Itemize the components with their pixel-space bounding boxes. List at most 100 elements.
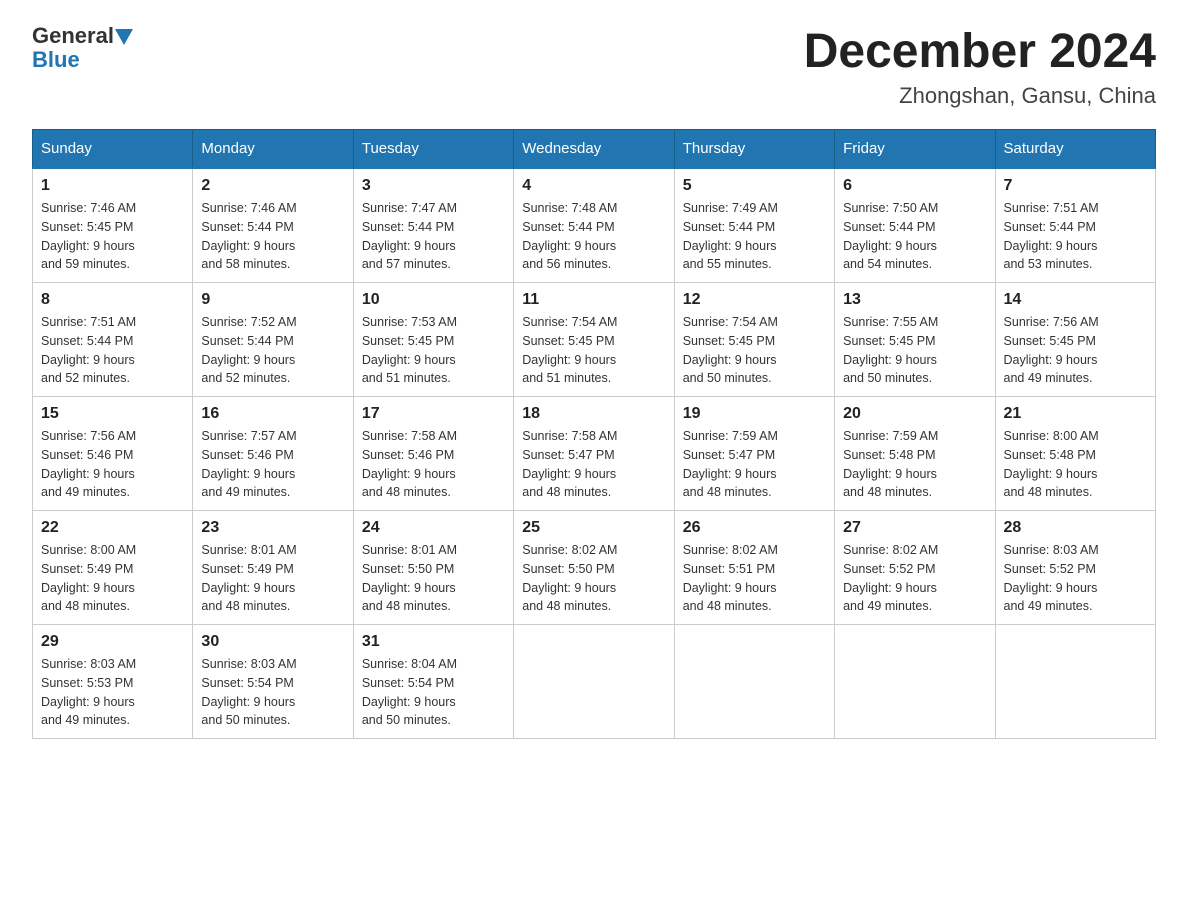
- day-info: Sunrise: 7:59 AMSunset: 5:47 PMDaylight:…: [683, 429, 778, 499]
- day-number: 11: [522, 291, 665, 309]
- day-number: 13: [843, 291, 986, 309]
- page-subtitle: Zhongshan, Gansu, China: [804, 83, 1156, 109]
- day-info: Sunrise: 7:50 AMSunset: 5:44 PMDaylight:…: [843, 201, 938, 271]
- calendar-day-cell: 27 Sunrise: 8:02 AMSunset: 5:52 PMDaylig…: [835, 511, 995, 625]
- day-number: 27: [843, 519, 986, 537]
- day-info: Sunrise: 8:03 AMSunset: 5:54 PMDaylight:…: [201, 657, 296, 727]
- day-info: Sunrise: 8:02 AMSunset: 5:52 PMDaylight:…: [843, 543, 938, 613]
- day-number: 24: [362, 519, 505, 537]
- calendar-week-row: 8 Sunrise: 7:51 AMSunset: 5:44 PMDayligh…: [33, 283, 1156, 397]
- day-number: 19: [683, 405, 826, 423]
- calendar-day-cell: 9 Sunrise: 7:52 AMSunset: 5:44 PMDayligh…: [193, 283, 353, 397]
- day-number: 5: [683, 177, 826, 195]
- day-info: Sunrise: 7:57 AMSunset: 5:46 PMDaylight:…: [201, 429, 296, 499]
- col-monday: Monday: [193, 130, 353, 169]
- calendar-day-cell: 20 Sunrise: 7:59 AMSunset: 5:48 PMDaylig…: [835, 397, 995, 511]
- calendar-day-cell: 15 Sunrise: 7:56 AMSunset: 5:46 PMDaylig…: [33, 397, 193, 511]
- day-info: Sunrise: 7:48 AMSunset: 5:44 PMDaylight:…: [522, 201, 617, 271]
- calendar-day-cell: 17 Sunrise: 7:58 AMSunset: 5:46 PMDaylig…: [353, 397, 513, 511]
- logo-arrow-icon: [115, 29, 133, 45]
- day-number: 12: [683, 291, 826, 309]
- day-info: Sunrise: 7:51 AMSunset: 5:44 PMDaylight:…: [41, 315, 136, 385]
- calendar-day-cell: 13 Sunrise: 7:55 AMSunset: 5:45 PMDaylig…: [835, 283, 995, 397]
- day-number: 7: [1004, 177, 1147, 195]
- calendar-day-cell: [995, 625, 1155, 739]
- calendar-day-cell: 12 Sunrise: 7:54 AMSunset: 5:45 PMDaylig…: [674, 283, 834, 397]
- day-number: 10: [362, 291, 505, 309]
- calendar-day-cell: 4 Sunrise: 7:48 AMSunset: 5:44 PMDayligh…: [514, 168, 674, 283]
- day-info: Sunrise: 8:01 AMSunset: 5:50 PMDaylight:…: [362, 543, 457, 613]
- calendar-day-cell: [514, 625, 674, 739]
- logo-general: General: [32, 24, 133, 48]
- col-tuesday: Tuesday: [353, 130, 513, 169]
- day-info: Sunrise: 8:04 AMSunset: 5:54 PMDaylight:…: [362, 657, 457, 727]
- day-number: 29: [41, 633, 184, 651]
- day-info: Sunrise: 7:51 AMSunset: 5:44 PMDaylight:…: [1004, 201, 1099, 271]
- day-info: Sunrise: 7:58 AMSunset: 5:46 PMDaylight:…: [362, 429, 457, 499]
- day-info: Sunrise: 8:02 AMSunset: 5:51 PMDaylight:…: [683, 543, 778, 613]
- calendar-day-cell: 11 Sunrise: 7:54 AMSunset: 5:45 PMDaylig…: [514, 283, 674, 397]
- day-number: 25: [522, 519, 665, 537]
- day-info: Sunrise: 7:46 AMSunset: 5:44 PMDaylight:…: [201, 201, 296, 271]
- day-number: 17: [362, 405, 505, 423]
- title-block: December 2024 Zhongshan, Gansu, China: [804, 24, 1156, 109]
- day-info: Sunrise: 8:01 AMSunset: 5:49 PMDaylight:…: [201, 543, 296, 613]
- day-info: Sunrise: 7:54 AMSunset: 5:45 PMDaylight:…: [522, 315, 617, 385]
- calendar-day-cell: 21 Sunrise: 8:00 AMSunset: 5:48 PMDaylig…: [995, 397, 1155, 511]
- day-info: Sunrise: 7:54 AMSunset: 5:45 PMDaylight:…: [683, 315, 778, 385]
- calendar-day-cell: 28 Sunrise: 8:03 AMSunset: 5:52 PMDaylig…: [995, 511, 1155, 625]
- day-number: 30: [201, 633, 344, 651]
- col-wednesday: Wednesday: [514, 130, 674, 169]
- calendar-day-cell: 10 Sunrise: 7:53 AMSunset: 5:45 PMDaylig…: [353, 283, 513, 397]
- calendar-week-row: 22 Sunrise: 8:00 AMSunset: 5:49 PMDaylig…: [33, 511, 1156, 625]
- day-number: 18: [522, 405, 665, 423]
- day-number: 22: [41, 519, 184, 537]
- day-number: 15: [41, 405, 184, 423]
- calendar-day-cell: 25 Sunrise: 8:02 AMSunset: 5:50 PMDaylig…: [514, 511, 674, 625]
- day-number: 31: [362, 633, 505, 651]
- calendar-day-cell: 26 Sunrise: 8:02 AMSunset: 5:51 PMDaylig…: [674, 511, 834, 625]
- day-number: 3: [362, 177, 505, 195]
- calendar-day-cell: 30 Sunrise: 8:03 AMSunset: 5:54 PMDaylig…: [193, 625, 353, 739]
- calendar-header-row: Sunday Monday Tuesday Wednesday Thursday…: [33, 130, 1156, 169]
- calendar-table: Sunday Monday Tuesday Wednesday Thursday…: [32, 129, 1156, 739]
- day-number: 2: [201, 177, 344, 195]
- calendar-day-cell: 16 Sunrise: 7:57 AMSunset: 5:46 PMDaylig…: [193, 397, 353, 511]
- calendar-week-row: 29 Sunrise: 8:03 AMSunset: 5:53 PMDaylig…: [33, 625, 1156, 739]
- calendar-day-cell: 29 Sunrise: 8:03 AMSunset: 5:53 PMDaylig…: [33, 625, 193, 739]
- calendar-day-cell: 2 Sunrise: 7:46 AMSunset: 5:44 PMDayligh…: [193, 168, 353, 283]
- day-info: Sunrise: 7:56 AMSunset: 5:46 PMDaylight:…: [41, 429, 136, 499]
- col-saturday: Saturday: [995, 130, 1155, 169]
- day-info: Sunrise: 8:02 AMSunset: 5:50 PMDaylight:…: [522, 543, 617, 613]
- calendar-day-cell: [835, 625, 995, 739]
- col-sunday: Sunday: [33, 130, 193, 169]
- page-title: December 2024: [804, 24, 1156, 79]
- calendar-day-cell: 3 Sunrise: 7:47 AMSunset: 5:44 PMDayligh…: [353, 168, 513, 283]
- calendar-day-cell: 14 Sunrise: 7:56 AMSunset: 5:45 PMDaylig…: [995, 283, 1155, 397]
- day-info: Sunrise: 7:55 AMSunset: 5:45 PMDaylight:…: [843, 315, 938, 385]
- calendar-week-row: 15 Sunrise: 7:56 AMSunset: 5:46 PMDaylig…: [33, 397, 1156, 511]
- calendar-day-cell: 6 Sunrise: 7:50 AMSunset: 5:44 PMDayligh…: [835, 168, 995, 283]
- calendar-week-row: 1 Sunrise: 7:46 AMSunset: 5:45 PMDayligh…: [33, 168, 1156, 283]
- calendar-day-cell: 8 Sunrise: 7:51 AMSunset: 5:44 PMDayligh…: [33, 283, 193, 397]
- calendar-day-cell: 22 Sunrise: 8:00 AMSunset: 5:49 PMDaylig…: [33, 511, 193, 625]
- day-number: 20: [843, 405, 986, 423]
- day-number: 21: [1004, 405, 1147, 423]
- day-info: Sunrise: 8:00 AMSunset: 5:49 PMDaylight:…: [41, 543, 136, 613]
- logo-general-text: General: [32, 23, 114, 48]
- day-info: Sunrise: 7:56 AMSunset: 5:45 PMDaylight:…: [1004, 315, 1099, 385]
- day-number: 4: [522, 177, 665, 195]
- page-header: General Blue December 2024 Zhongshan, Ga…: [32, 24, 1156, 109]
- day-number: 26: [683, 519, 826, 537]
- day-number: 8: [41, 291, 184, 309]
- day-info: Sunrise: 7:53 AMSunset: 5:45 PMDaylight:…: [362, 315, 457, 385]
- logo: General Blue: [32, 24, 133, 72]
- day-info: Sunrise: 8:03 AMSunset: 5:52 PMDaylight:…: [1004, 543, 1099, 613]
- calendar-day-cell: 31 Sunrise: 8:04 AMSunset: 5:54 PMDaylig…: [353, 625, 513, 739]
- day-info: Sunrise: 7:47 AMSunset: 5:44 PMDaylight:…: [362, 201, 457, 271]
- day-number: 9: [201, 291, 344, 309]
- day-info: Sunrise: 7:49 AMSunset: 5:44 PMDaylight:…: [683, 201, 778, 271]
- calendar-day-cell: [674, 625, 834, 739]
- day-info: Sunrise: 7:59 AMSunset: 5:48 PMDaylight:…: [843, 429, 938, 499]
- calendar-day-cell: 18 Sunrise: 7:58 AMSunset: 5:47 PMDaylig…: [514, 397, 674, 511]
